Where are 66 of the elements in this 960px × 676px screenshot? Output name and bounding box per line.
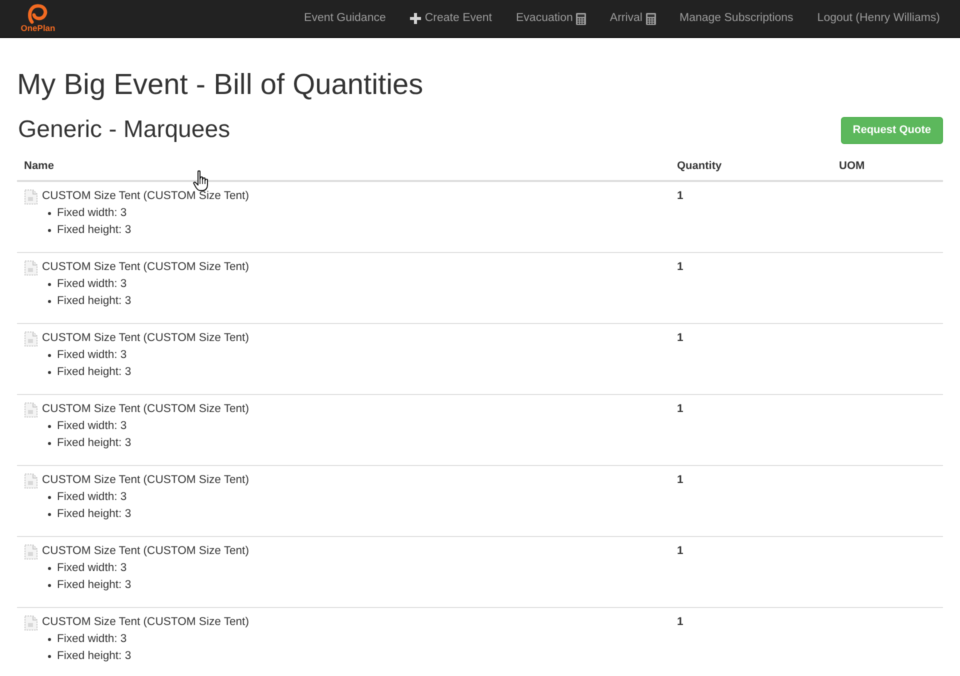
bullet-icon bbox=[48, 655, 51, 658]
section-title: Generic - Marquees bbox=[18, 116, 230, 144]
item-name: CUSTOM Size Tent (CUSTOM Size Tent) bbox=[42, 473, 249, 488]
item-attribute: Fixed height: 3 bbox=[57, 436, 132, 451]
nav-link[interactable]: Event Guidance bbox=[292, 0, 398, 37]
bullet-icon bbox=[48, 354, 51, 357]
item-attribute: Fixed width: 3 bbox=[57, 632, 127, 647]
broken-image-icon bbox=[24, 472, 38, 488]
item-attribute: Fixed width: 3 bbox=[57, 561, 127, 576]
item-attribute: Fixed width: 3 bbox=[57, 348, 127, 363]
item-name: CUSTOM Size Tent (CUSTOM Size Tent) bbox=[42, 331, 249, 346]
item-attribute: Fixed width: 3 bbox=[57, 277, 127, 292]
column-header: Name bbox=[23, 159, 55, 174]
broken-image-icon bbox=[24, 330, 38, 346]
item-name: CUSTOM Size Tent (CUSTOM Size Tent) bbox=[42, 260, 249, 275]
bullet-icon bbox=[48, 584, 51, 587]
nav-link[interactable]: Arrival bbox=[598, 0, 668, 37]
bullet-icon bbox=[48, 496, 51, 499]
broken-image-icon bbox=[24, 614, 38, 630]
broken-image-icon bbox=[24, 544, 38, 560]
bullet-icon bbox=[48, 283, 51, 286]
bullet-icon bbox=[48, 513, 51, 516]
item-attribute: Fixed width: 3 bbox=[57, 206, 127, 221]
bullet-icon bbox=[48, 300, 51, 303]
bullet-icon bbox=[48, 442, 51, 445]
item-attribute: Fixed height: 3 bbox=[57, 649, 132, 664]
item-name: CUSTOM Size Tent (CUSTOM Size Tent) bbox=[42, 544, 249, 559]
logo-loop-icon bbox=[28, 4, 48, 24]
item-name: CUSTOM Size Tent (CUSTOM Size Tent) bbox=[42, 615, 249, 630]
page-title: My Big Event - Bill of Quantities bbox=[17, 68, 424, 102]
item-attribute: Fixed height: 3 bbox=[57, 507, 132, 522]
quantity-cell: 1 bbox=[677, 190, 684, 202]
broken-image-icon bbox=[24, 402, 38, 418]
bullet-icon bbox=[48, 425, 51, 428]
nav-link[interactable]: Manage Subscriptions bbox=[668, 0, 806, 37]
item-attribute: Fixed height: 3 bbox=[57, 578, 132, 593]
nav-link[interactable]: Logout (Henry Williams) bbox=[805, 0, 952, 37]
item-attribute: Fixed height: 3 bbox=[57, 365, 132, 380]
item-attribute: Fixed height: 3 bbox=[57, 294, 132, 309]
quantity-cell: 1 bbox=[677, 474, 684, 486]
quantity-cell: 1 bbox=[677, 403, 684, 415]
bullet-icon bbox=[48, 371, 51, 374]
nav-link[interactable]: Create Event bbox=[398, 0, 504, 37]
hand-cursor-icon bbox=[193, 170, 209, 192]
broken-image-icon bbox=[24, 188, 38, 204]
quantity-cell: 1 bbox=[677, 616, 684, 628]
item-attribute: Fixed height: 3 bbox=[57, 223, 132, 238]
item-attribute: Fixed width: 3 bbox=[57, 490, 127, 505]
bullet-icon bbox=[48, 638, 51, 641]
broken-image-icon bbox=[24, 260, 38, 276]
quantity-cell: 1 bbox=[677, 332, 684, 344]
quantity-cell: 1 bbox=[677, 261, 684, 273]
nav-link[interactable]: Evacuation bbox=[504, 0, 598, 37]
plus-icon bbox=[410, 13, 421, 24]
calculator-icon bbox=[646, 12, 656, 24]
bullet-icon bbox=[48, 229, 51, 232]
item-attribute: Fixed width: 3 bbox=[57, 419, 127, 434]
logo[interactable]: OnePlan bbox=[16, 4, 60, 33]
calculator-icon bbox=[576, 12, 586, 24]
item-name: CUSTOM Size Tent (CUSTOM Size Tent) bbox=[42, 402, 249, 417]
bullet-icon bbox=[48, 567, 51, 570]
column-header: UOM bbox=[838, 159, 866, 174]
bullet-icon bbox=[48, 212, 51, 215]
item-name: CUSTOM Size Tent (CUSTOM Size Tent) bbox=[42, 189, 249, 204]
quantity-cell: 1 bbox=[677, 545, 684, 557]
column-header: Quantity bbox=[676, 159, 723, 174]
